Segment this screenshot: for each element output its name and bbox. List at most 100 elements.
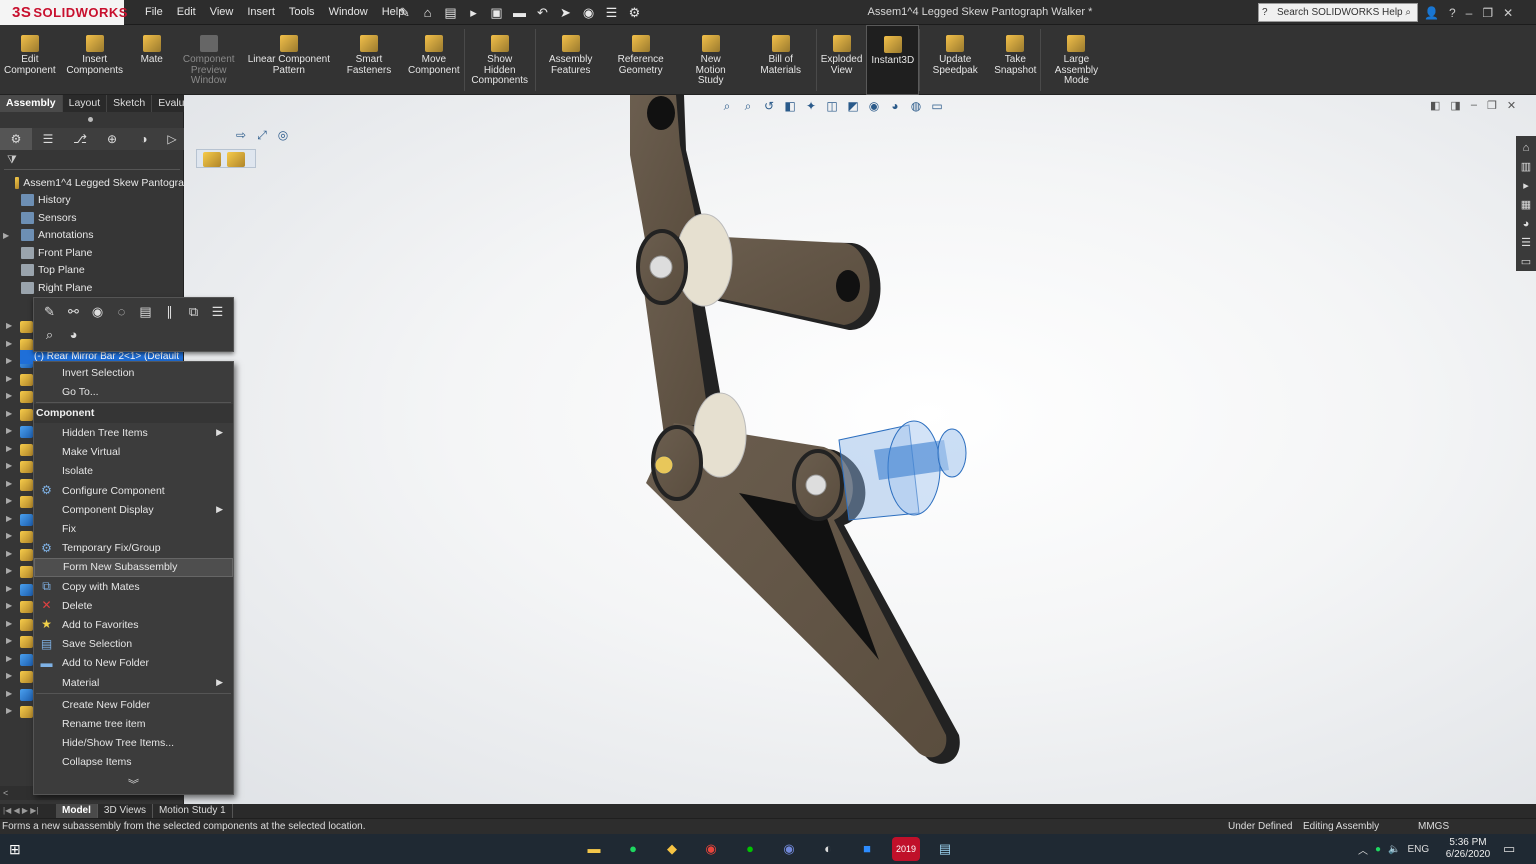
menu-item-create-new-folder[interactable]: Create New Folder	[34, 695, 233, 714]
target-icon[interactable]: ◎	[274, 127, 292, 144]
minimize-icon[interactable]: –	[1466, 6, 1473, 20]
viewport-close-icon[interactable]: ✕	[1507, 99, 1516, 112]
tree-item-sensors[interactable]: Sensors	[0, 209, 184, 227]
tree-component-row[interactable]: ▶	[0, 598, 34, 616]
tree-expand-icon[interactable]: ▶	[6, 689, 12, 698]
menu-item-material[interactable]: Material ▶	[34, 673, 233, 692]
tree-component-row[interactable]: ▶	[0, 633, 34, 651]
chrome-icon[interactable]: ◉	[697, 837, 725, 861]
print-icon[interactable]: ▬	[510, 3, 529, 22]
file-properties-icon[interactable]: ☰	[602, 3, 621, 22]
view-settings-icon[interactable]: ▭	[928, 97, 946, 115]
menu-item-add-to-favorites[interactable]: ★ Add to Favorites	[34, 615, 233, 634]
menu-item-form-new-subassembly[interactable]: Form New Subassembly	[34, 557, 233, 577]
tree-view-icon[interactable]: ☰	[208, 303, 227, 321]
previous-view-icon[interactable]: ↺	[760, 97, 778, 115]
tree-expand-icon[interactable]: ▶	[6, 601, 12, 610]
ribbon-reference-geometry-button[interactable]: Reference Geometry	[606, 25, 676, 95]
breadcrumb-arrow-icon[interactable]: ⇨	[232, 127, 250, 144]
menu-file[interactable]: File	[138, 0, 170, 25]
line-icon[interactable]: ●	[736, 837, 764, 861]
tab-navigation-arrows[interactable]: |◀ ◀ ▶ ▶|	[0, 804, 56, 818]
tree-component-row[interactable]: ▶	[0, 318, 34, 336]
ribbon-linear-component-pattern-button[interactable]: Linear Component Pattern	[244, 25, 334, 95]
view-orientation-icon[interactable]: ◫	[823, 97, 841, 115]
menu-item-add-to-new-folder[interactable]: ▬ Add to New Folder	[34, 654, 233, 673]
view-palette-icon[interactable]: ▦	[1517, 196, 1535, 214]
spotify-icon[interactable]: ●	[619, 837, 647, 861]
tree-component-row[interactable]: ▶	[0, 388, 34, 406]
home-icon[interactable]: ⌂	[418, 3, 437, 22]
tree-item-assem1-4-legged-skew-pantogra[interactable]: Assem1^4 Legged Skew Pantogra	[0, 174, 184, 192]
tree-filter[interactable]: ⧩	[4, 154, 180, 170]
menu-item-save-selection[interactable]: ▤ Save Selection	[34, 635, 233, 654]
custom-properties-icon[interactable]: ☰	[1517, 234, 1535, 252]
save-icon[interactable]: ▣	[487, 3, 506, 22]
undo-icon[interactable]: ↶	[533, 3, 552, 22]
configuration-manager-tab-icon[interactable]: ⎇	[64, 128, 96, 150]
appearances-icon[interactable]: ◕	[1517, 215, 1535, 233]
menu-item-component-display[interactable]: Component Display ▶	[34, 500, 233, 519]
zoom-app-icon[interactable]: ■	[853, 837, 881, 861]
menu-item-fix[interactable]: Fix	[34, 519, 233, 538]
restore-icon[interactable]: ❐	[1482, 6, 1493, 20]
design-library-icon[interactable]: ▥	[1517, 158, 1535, 176]
bottom-tab-motion-study-1[interactable]: Motion Study 1	[153, 804, 233, 818]
ribbon-instant3d-button[interactable]: Instant3D	[866, 25, 920, 95]
tree-expand-icon[interactable]: ▶	[6, 566, 12, 575]
menu-edit[interactable]: Edit	[170, 0, 203, 25]
menu-item-collapse-items[interactable]: Collapse Items	[34, 753, 233, 772]
mate-context-icon[interactable]: ⚯	[64, 303, 83, 321]
menu-view[interactable]: View	[203, 0, 241, 25]
zoom-selection-icon[interactable]: ⌕	[40, 326, 59, 344]
solidworks-forum-icon[interactable]: ▭	[1517, 253, 1535, 271]
menu-window[interactable]: Window	[322, 0, 375, 25]
menu-item-isolate[interactable]: Isolate	[34, 462, 233, 481]
tree-component-row[interactable]: ▶	[0, 581, 34, 599]
tree-component-row[interactable]: ▶	[0, 476, 34, 494]
tree-expand-icon[interactable]: ▶	[6, 409, 12, 418]
tree-component-row[interactable]: ▶	[0, 511, 34, 529]
notifications-icon[interactable]: ▭	[1503, 841, 1515, 857]
tree-item-top-plane[interactable]: Top Plane	[0, 262, 184, 280]
ribbon-new-motion-study-button[interactable]: New Motion Study	[676, 25, 746, 95]
language-indicator[interactable]: ENG	[1408, 844, 1430, 855]
close-icon[interactable]: ✕	[1503, 6, 1513, 20]
menu-item-delete[interactable]: ✕ Delete	[34, 596, 233, 615]
bottom-tab-model[interactable]: Model	[56, 804, 98, 818]
app-icon[interactable]: ◐	[814, 837, 842, 861]
tree-component-row[interactable]: ▶	[0, 406, 34, 424]
smart-dimension-icon[interactable]: ⤢	[253, 127, 271, 144]
tree-component-row[interactable]: ▶	[0, 528, 34, 546]
viewport-restore-icon[interactable]: ❐	[1487, 99, 1497, 112]
solidworks-logo[interactable]: 3S SOLIDWORKS	[0, 0, 127, 25]
menu-item-configure-component[interactable]: ⚙ Configure Component	[34, 481, 233, 500]
menu-item-hide-show-tree-items[interactable]: Hide/Show Tree Items...	[34, 734, 233, 753]
tree-component-row[interactable]: ▶	[0, 703, 34, 721]
ribbon-component-preview-window-button[interactable]: Component Preview Window	[174, 25, 244, 95]
zoom-to-fit-icon[interactable]: ⌕	[718, 97, 736, 115]
solidworks-taskbar-icon[interactable]: 2019	[892, 837, 920, 861]
change-transparency-icon[interactable]: ◌	[112, 303, 131, 321]
traffic-light-icon[interactable]: ◉	[579, 3, 598, 22]
user-icon[interactable]: 👤	[1424, 6, 1439, 20]
menu-item-copy-with-mates[interactable]: ⧉ Copy with Mates	[34, 577, 233, 596]
volume-icon[interactable]: 🔈	[1388, 844, 1400, 855]
hide-components-icon[interactable]: ◉	[88, 303, 107, 321]
taskbar-clock[interactable]: 5:36 PM 6/26/2020	[1442, 837, 1494, 861]
display-manager-tab-icon[interactable]: ◑	[128, 128, 160, 150]
hide-show-items-icon[interactable]: ◉	[865, 97, 883, 115]
options-gear-icon[interactable]: ⚙	[625, 3, 644, 22]
tree-expand-icon[interactable]: ▶	[6, 671, 12, 680]
ribbon-smart-fasteners-button[interactable]: Smart Fasteners	[334, 25, 404, 95]
tree-item-annotations[interactable]: ▶ Annotations	[0, 227, 184, 245]
tree-expand-icon[interactable]: ▶	[6, 426, 12, 435]
notes-app-icon[interactable]: ◆	[658, 837, 686, 861]
viewport-minimize-icon[interactable]: –	[1471, 99, 1477, 112]
ribbon-large-assembly-mode-button[interactable]: Large Assembly Mode	[1041, 25, 1111, 95]
ribbon-show-hidden-components-button[interactable]: Show Hidden Components	[465, 25, 535, 95]
menu-item-go-to[interactable]: Go To...	[34, 382, 233, 401]
tray-chevron-icon[interactable]: ︿	[1358, 842, 1368, 857]
tree-component-row[interactable]: ▶	[0, 458, 34, 476]
new-document-icon[interactable]: ▤	[441, 3, 460, 22]
